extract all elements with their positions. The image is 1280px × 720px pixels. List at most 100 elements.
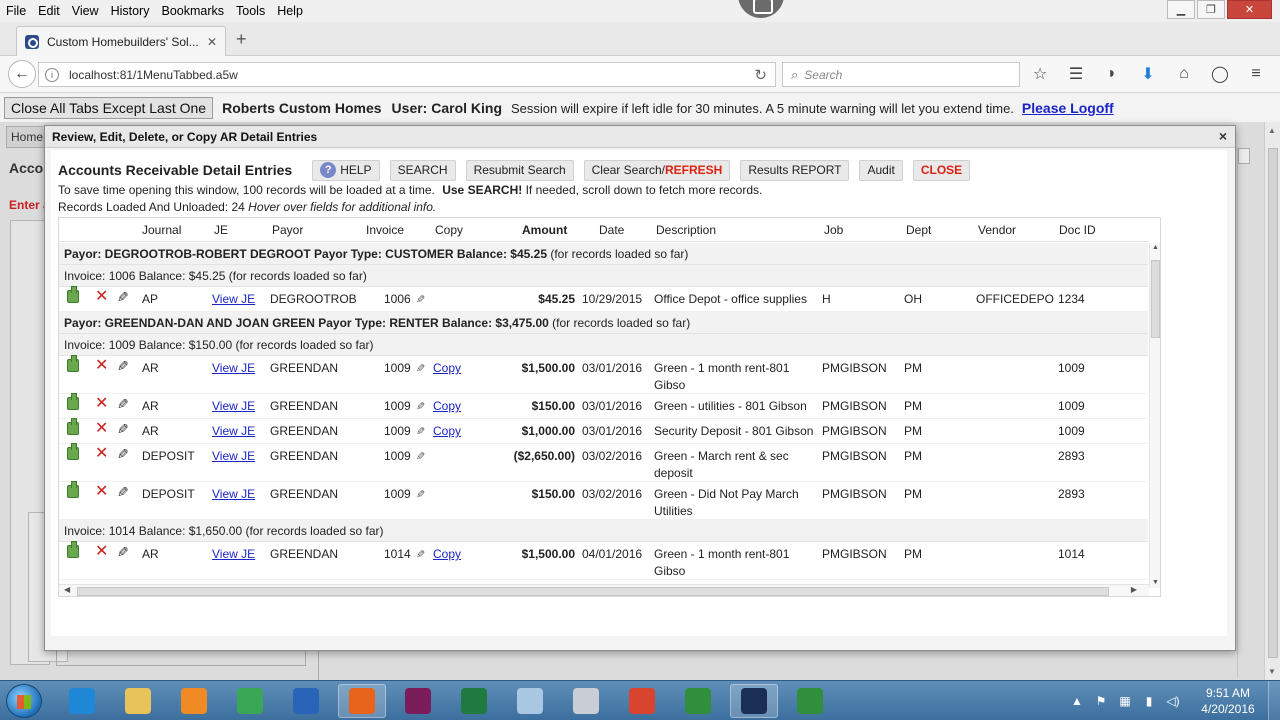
system-clock[interactable]: 9:51 AM 4/20/2016 xyxy=(1188,685,1268,717)
taskbar-app[interactable] xyxy=(618,684,666,718)
taskbar-app[interactable] xyxy=(338,684,386,718)
delete-record-icon[interactable]: ✕ xyxy=(95,289,108,305)
taskbar-app[interactable] xyxy=(730,684,778,718)
col-journal[interactable]: Journal xyxy=(142,223,181,237)
add-record-icon[interactable] xyxy=(67,443,79,460)
chat-icon[interactable]: ◯ xyxy=(1208,64,1232,84)
network-icon[interactable]: ▦ xyxy=(1116,694,1134,708)
edit-record-icon[interactable]: ✎ xyxy=(117,396,129,412)
grid-scroll-up-icon[interactable]: ▲ xyxy=(1152,244,1159,251)
audit-button[interactable]: Audit xyxy=(859,159,903,181)
view-je-link[interactable]: View JE xyxy=(212,423,255,440)
edit-invoice-icon[interactable]: ✎ xyxy=(416,399,425,416)
view-je-link[interactable]: View JE xyxy=(212,291,255,308)
col-je[interactable]: JE xyxy=(214,223,228,237)
view-je-link[interactable]: View JE xyxy=(212,546,255,563)
minimize-icon[interactable]: ▁ xyxy=(1167,0,1195,19)
home-icon[interactable]: ⌂ xyxy=(1172,64,1196,84)
view-je-link[interactable]: View JE xyxy=(212,398,255,415)
start-button-icon[interactable] xyxy=(6,684,42,718)
taskbar-app[interactable] xyxy=(170,684,218,718)
taskbar-app[interactable] xyxy=(450,684,498,718)
delete-record-icon[interactable]: ✕ xyxy=(95,544,108,560)
taskbar-app[interactable] xyxy=(674,684,722,718)
grid-scroll-right-icon[interactable]: ▶ xyxy=(1131,585,1137,594)
col-description[interactable]: Description xyxy=(656,223,716,237)
reading-list-icon[interactable]: ☰ xyxy=(1064,64,1088,84)
help-button[interactable]: ? HELP xyxy=(312,159,380,181)
copy-link[interactable]: Copy xyxy=(433,360,461,377)
clear-search-refresh-button[interactable]: Clear Search/REFRESH xyxy=(583,159,731,181)
close-icon[interactable]: ✕ xyxy=(1227,0,1272,19)
taskbar-app[interactable] xyxy=(506,684,554,718)
power-icon[interactable]: ▮ xyxy=(1140,694,1158,708)
logoff-link[interactable]: Please Logoff xyxy=(1022,100,1114,116)
menu-help[interactable]: Help xyxy=(271,4,309,18)
grid-scroll-left-icon[interactable]: ◀ xyxy=(64,585,70,594)
col-invoice[interactable]: Invoice xyxy=(366,223,404,237)
action-center-flag-icon[interactable]: ⚑ xyxy=(1092,694,1110,708)
reload-icon[interactable]: ↻ xyxy=(754,66,767,84)
delete-record-icon[interactable]: ✕ xyxy=(95,421,108,437)
edit-record-icon[interactable]: ✎ xyxy=(117,289,129,305)
grid-vertical-scrollbar[interactable]: ▲ ▼ xyxy=(1149,243,1160,588)
close-all-tabs-button[interactable]: Close All Tabs Except Last One xyxy=(4,97,214,119)
add-record-icon[interactable] xyxy=(67,286,79,303)
taskbar-app[interactable] xyxy=(282,684,330,718)
menu-file[interactable]: File xyxy=(0,4,32,18)
pocket-icon[interactable]: ◗ xyxy=(1100,64,1124,84)
download-icon[interactable]: ⬇ xyxy=(1136,64,1160,84)
add-record-icon[interactable] xyxy=(67,393,79,410)
edit-record-icon[interactable]: ✎ xyxy=(117,421,129,437)
view-je-link[interactable]: View JE xyxy=(212,486,255,503)
view-je-link[interactable]: View JE xyxy=(212,360,255,377)
url-bar[interactable]: i localhost:81/1MenuTabbed.a5w ↻ xyxy=(38,62,776,87)
grid-hscroll-thumb[interactable] xyxy=(77,587,1109,596)
edit-record-icon[interactable]: ✎ xyxy=(117,544,129,560)
col-amount[interactable]: Amount xyxy=(522,223,567,237)
col-copy[interactable]: Copy xyxy=(435,223,463,237)
add-record-icon[interactable] xyxy=(67,481,79,498)
taskbar-app[interactable] xyxy=(562,684,610,718)
scroll-up-icon[interactable]: ▲ xyxy=(1268,126,1276,135)
grid-scroll-thumb[interactable] xyxy=(1151,260,1160,338)
col-dept[interactable]: Dept xyxy=(906,223,931,237)
edit-record-icon[interactable]: ✎ xyxy=(117,446,129,462)
edit-invoice-icon[interactable]: ✎ xyxy=(416,361,425,378)
close-button[interactable]: CLOSE xyxy=(912,159,971,181)
back-arrow-icon[interactable]: ← xyxy=(8,60,36,88)
col-date[interactable]: Date xyxy=(599,223,624,237)
menu-history[interactable]: History xyxy=(105,4,156,18)
show-desktop-button[interactable] xyxy=(1268,681,1280,720)
col-vendor[interactable]: Vendor xyxy=(978,223,1016,237)
add-record-icon[interactable] xyxy=(67,541,79,558)
copy-link[interactable]: Copy xyxy=(433,423,461,440)
browser-tab[interactable]: Custom Homebuilders' Sol... ✕ xyxy=(16,26,226,56)
hamburger-menu-icon[interactable]: ≡ xyxy=(1244,64,1268,84)
menu-bookmarks[interactable]: Bookmarks xyxy=(155,4,230,18)
search-input[interactable]: ⌕ Search xyxy=(782,62,1020,87)
volume-icon[interactable]: ◁) xyxy=(1164,694,1182,708)
search-button[interactable]: SEARCH xyxy=(389,159,456,181)
col-payor[interactable]: Payor xyxy=(272,223,303,237)
taskbar-app[interactable] xyxy=(114,684,162,718)
taskbar-app[interactable] xyxy=(58,684,106,718)
results-report-button[interactable]: Results REPORT xyxy=(740,159,850,181)
edit-invoice-icon[interactable]: ✎ xyxy=(416,487,425,504)
delete-record-icon[interactable]: ✕ xyxy=(95,396,108,412)
menu-tools[interactable]: Tools xyxy=(230,4,271,18)
grid-horizontal-scrollbar[interactable]: ◀ ▶ xyxy=(59,584,1149,596)
grid-scroll-down-icon[interactable]: ▼ xyxy=(1152,579,1159,586)
info-icon[interactable]: i xyxy=(45,67,59,82)
delete-record-icon[interactable]: ✕ xyxy=(95,358,108,374)
recorder-camera-icon[interactable] xyxy=(738,0,784,18)
page-scroll-thumb[interactable] xyxy=(1268,148,1278,658)
restore-icon[interactable]: ❐ xyxy=(1197,0,1225,19)
resubmit-search-button[interactable]: Resubmit Search xyxy=(465,159,574,181)
taskbar-app[interactable] xyxy=(786,684,834,718)
col-job[interactable]: Job xyxy=(824,223,843,237)
edit-record-icon[interactable]: ✎ xyxy=(117,358,129,374)
menu-view[interactable]: View xyxy=(66,4,105,18)
tray-expand-icon[interactable]: ▲ xyxy=(1068,694,1086,708)
view-je-link[interactable]: View JE xyxy=(212,448,255,465)
